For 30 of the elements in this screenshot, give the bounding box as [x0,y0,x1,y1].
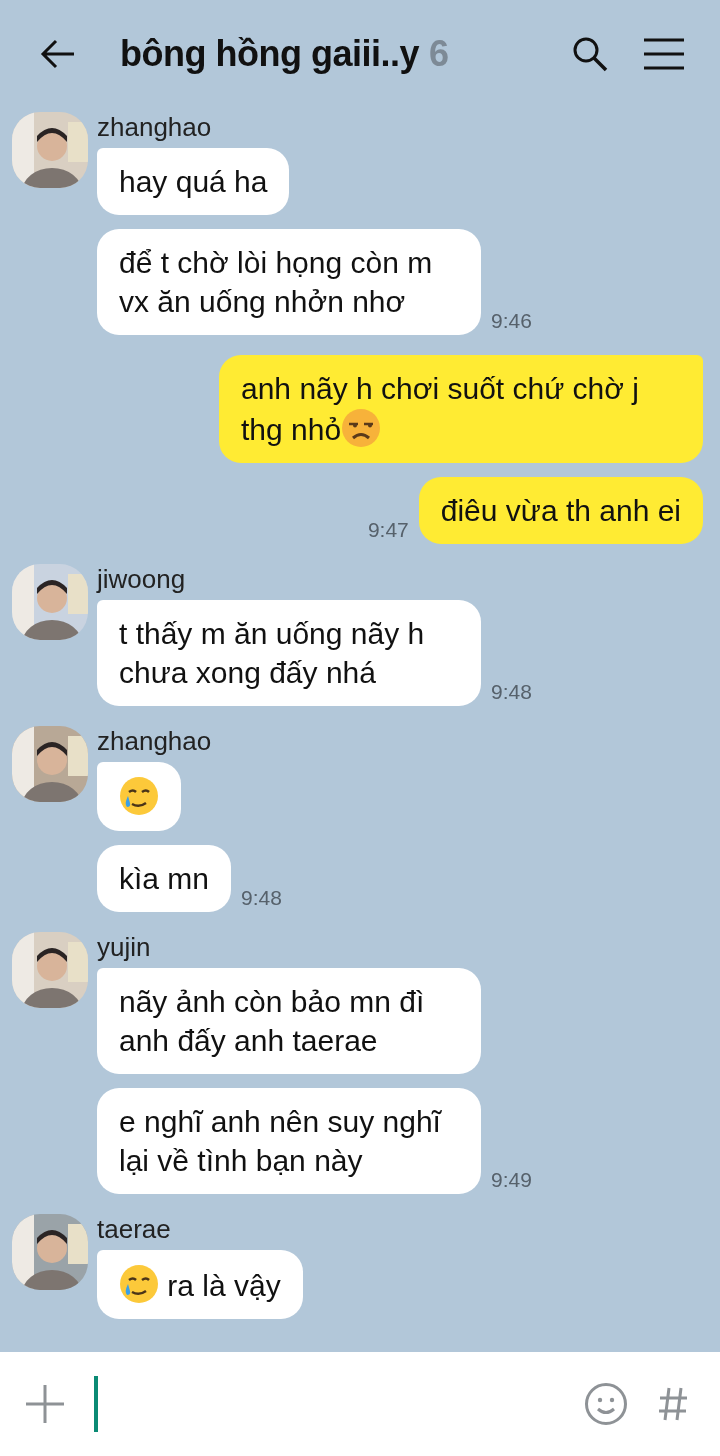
sender-name: jiwoong [97,564,187,594]
message-bubble: hay quá ha [97,148,290,215]
message-bubble: kìa mn [97,845,232,912]
smiling-tear-face-icon [119,776,159,816]
message-time: 9:49 [491,1168,532,1192]
smiley-icon[interactable] [584,1382,628,1426]
sender-name: zhanghao [97,726,213,756]
message-time: 9:47 [367,518,409,542]
sender-name: yujin [97,932,152,962]
message-time: 9:48 [491,680,532,704]
message-bubble: điêu vừa th anh ei [418,477,703,544]
menu-icon[interactable] [644,38,684,70]
sender-name: zhanghao [97,112,213,142]
smiling-tear-face-icon [119,1264,159,1304]
chat-title: bông hồng gaiii..y [120,33,419,75]
message-bubble: để t chờ lòi họng còn m vx ăn uống nhởn nhơ [97,229,481,335]
message-bubble: t thấy m ăn uống nãy h chưa xong đấy nhá [97,600,481,706]
member-count: 6 [428,33,449,75]
hashtag-icon[interactable] [658,1386,688,1422]
message-bubble: ra là vậy [97,1250,303,1319]
unamused-face-icon [341,408,382,448]
message-time: 9:46 [491,309,532,333]
sender-name: taerae [97,1214,172,1244]
message-bubble: e nghĩ anh nên suy nghĩ lại về tình bạn này [97,1088,481,1194]
back-icon[interactable] [40,39,76,69]
message-bubble: nãy ảnh còn bảo mn đì anh đấy anh taerae [97,968,481,1074]
message-time: 9:48 [241,886,282,910]
message-bubble: anh nãy h chơi suốt chứ chờ j thg nhỏ [219,355,703,463]
search-icon[interactable] [572,36,608,72]
plus-icon[interactable] [26,1385,64,1423]
